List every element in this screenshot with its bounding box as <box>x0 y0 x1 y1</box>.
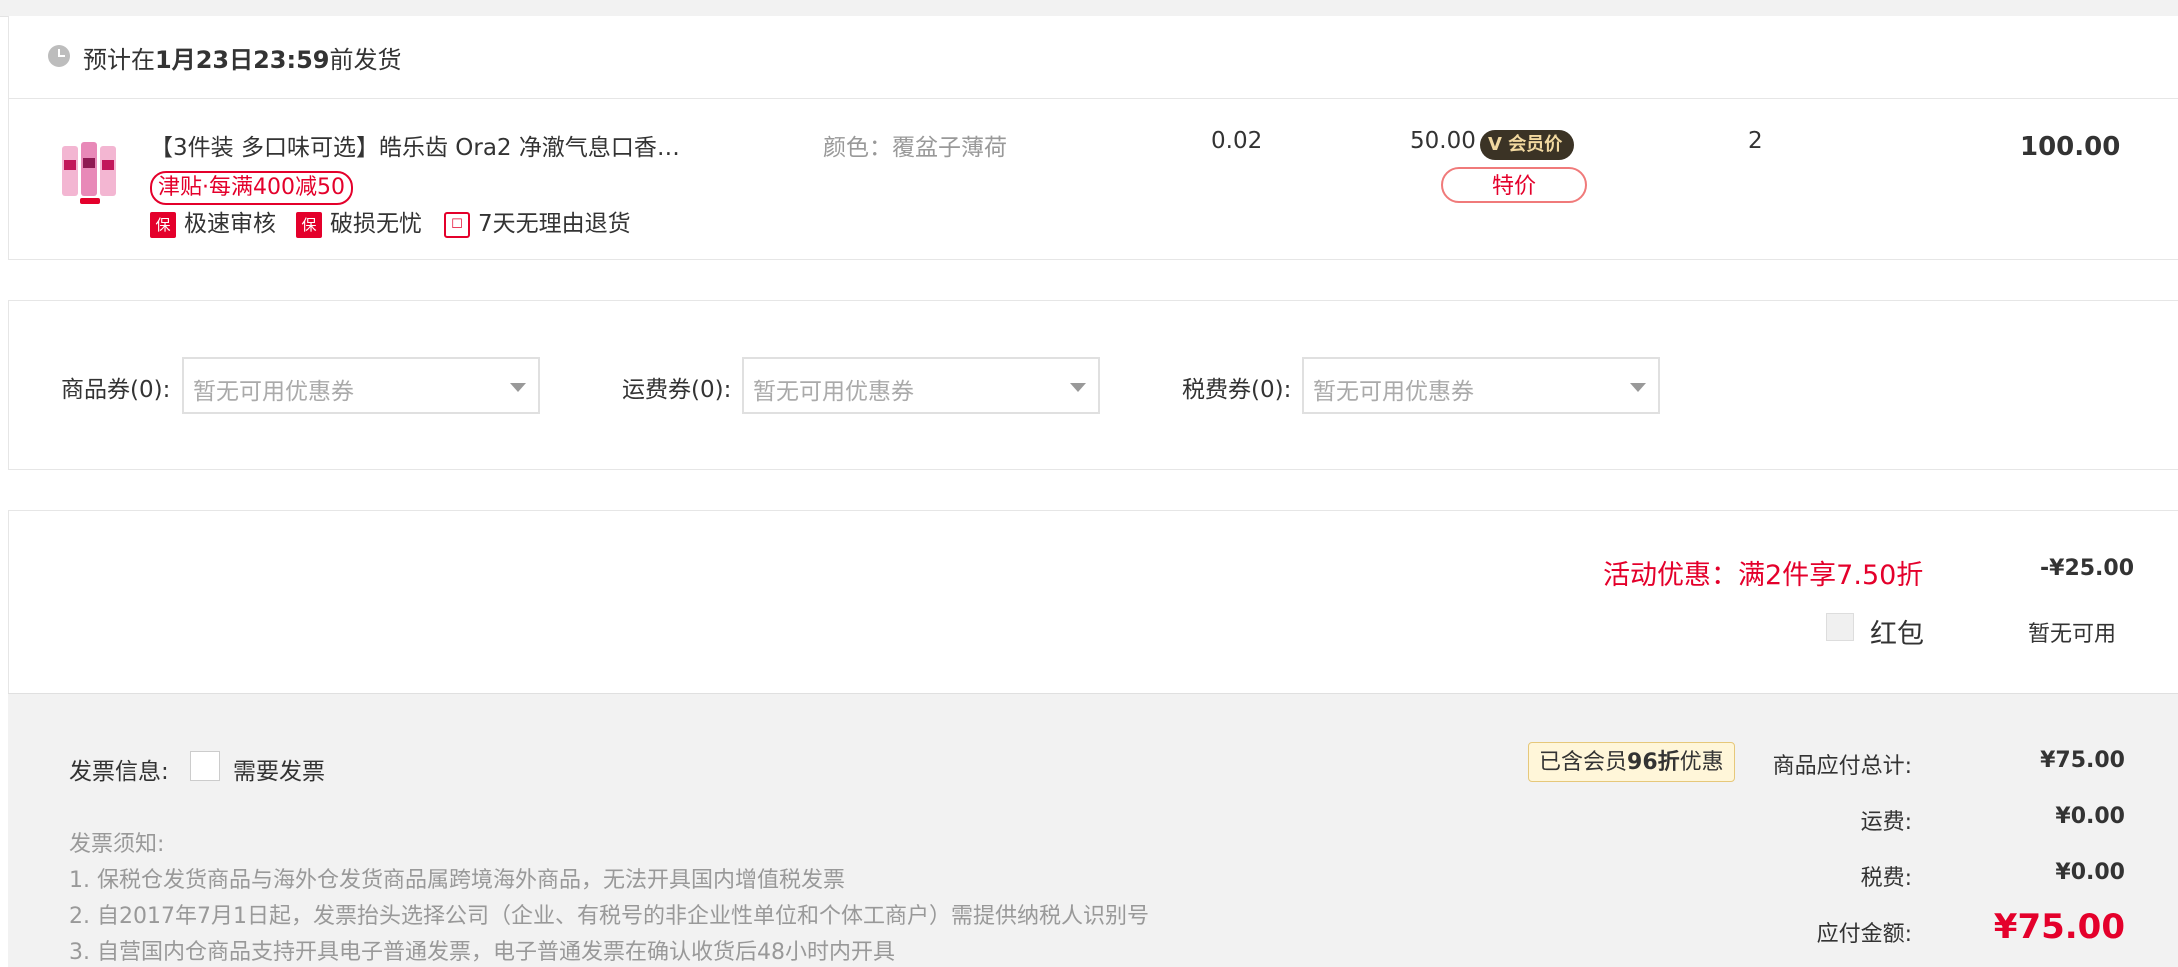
member-discount-tag: 已含会员96折优惠 <box>1528 742 1735 782</box>
shipping-estimate-text: 预计在1月23日23:59前发货 <box>83 46 402 74</box>
promo-tag: 津贴·每满400减50 <box>150 171 353 205</box>
item-tax: 0.02 <box>1211 128 1263 154</box>
top-strip <box>0 0 2178 17</box>
item-price: 50.00 <box>1410 128 1476 154</box>
hongbao-label: 红包 <box>1870 619 1924 650</box>
product-title[interactable]: 【3件装 多口味可选】皓乐齿 Ora2 净澈气息口香… <box>150 128 680 162</box>
shield-icon: 保 <box>150 211 176 238</box>
guarantee-damage: 保破损无忧 <box>296 209 422 239</box>
dropdown-arrow-icon <box>1070 383 1086 392</box>
invoice-checkbox[interactable] <box>190 751 220 781</box>
goods-coupon-label: 商品券(0): <box>61 377 171 403</box>
hongbao-checkbox[interactable] <box>1826 613 1854 641</box>
payable-amount-value: ¥75.00 <box>1993 907 2125 947</box>
invoice-notice-1: 1. 保税仓发货商品与海外仓发货商品属跨境海外商品，无法开具国内增值税发票 <box>69 868 845 893</box>
hongbao-value: 暂无可用 <box>2028 622 2117 647</box>
tax-fee-label: 税费: <box>1860 866 1912 891</box>
discount-section <box>8 510 2178 694</box>
invoice-notice-3: 3. 自营国内仓商品支持开具电子普通发票，电子普通发票在确认收货后48小时内开具 <box>69 940 895 965</box>
shipping-coupon-select[interactable]: 暂无可用优惠券 <box>742 357 1100 414</box>
goods-coupon-select[interactable]: 暂无可用优惠券 <box>182 357 540 414</box>
product-thumbnail[interactable] <box>58 134 122 208</box>
invoice-notice-title: 发票须知: <box>69 832 165 857</box>
shield-icon: 保 <box>296 211 322 238</box>
tax-fee-value: ¥0.00 <box>2055 860 2125 885</box>
special-price-tag: 特价 <box>1441 167 1587 203</box>
activity-discount-value: -¥25.00 <box>2040 556 2135 581</box>
item-quantity: 2 <box>1748 128 1763 154</box>
guarantee-7day-return: ☐ 7天无理由退货 <box>444 209 631 239</box>
clock-icon <box>48 45 70 67</box>
return-bag-icon: ☐ <box>444 211 470 238</box>
item-subtotal: 100.00 <box>2020 132 2121 162</box>
shipping-fee-value: ¥0.00 <box>2055 804 2125 829</box>
goods-total-label: 商品应付总计: <box>1772 754 1912 779</box>
shipping-coupon-label: 运费券(0): <box>622 377 732 403</box>
dropdown-arrow-icon <box>1630 383 1646 392</box>
invoice-notice-2: 2. 自2017年7月1日起，发票抬头选择公司（企业、有税号的非企业性单位和个体… <box>69 904 1149 929</box>
goods-total-value: ¥75.00 <box>2040 748 2125 773</box>
tax-coupon-label: 税费券(0): <box>1182 377 1292 403</box>
dropdown-arrow-icon <box>510 383 526 392</box>
invoice-checkbox-label[interactable]: 需要发票 <box>233 752 325 786</box>
activity-discount-label: 活动优惠：满2件享7.50折 <box>1603 560 1924 591</box>
tax-coupon-select[interactable]: 暂无可用优惠券 <box>1302 357 1660 414</box>
vip-price-badge: V 会员价 <box>1480 130 1575 160</box>
guarantee-fast-review: 保极速审核 <box>150 209 276 239</box>
invoice-label: 发票信息: <box>69 759 169 785</box>
payable-amount-label: 应付金额: <box>1816 922 1912 947</box>
shipping-fee-label: 运费: <box>1860 810 1912 835</box>
product-spec: 颜色：覆盆子薄荷 <box>823 135 1007 161</box>
